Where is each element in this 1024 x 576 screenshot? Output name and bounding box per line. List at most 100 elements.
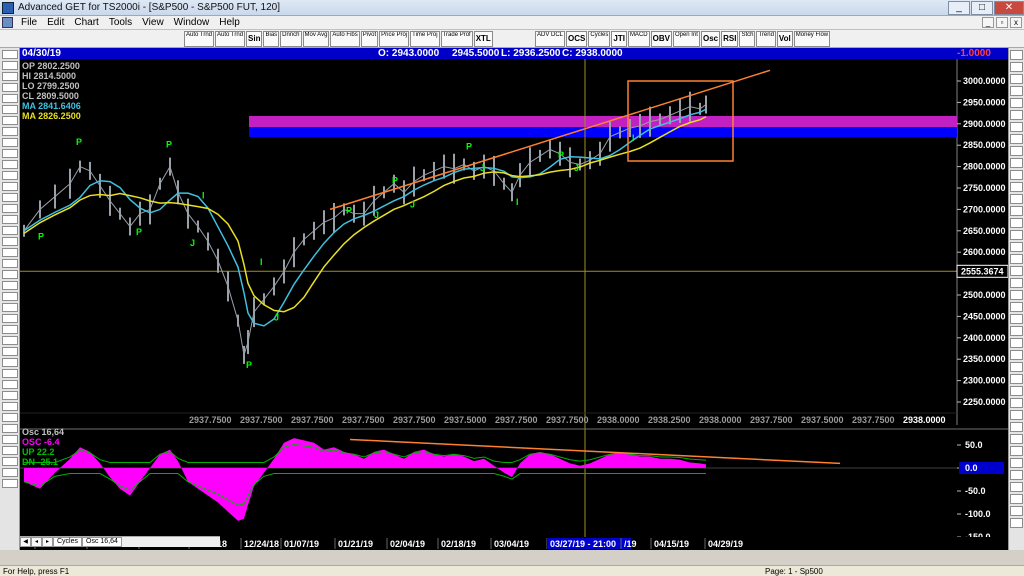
menu-view[interactable]: View [137,17,169,29]
drawing-tool-icon[interactable] [2,160,18,169]
side-tool-icon[interactable] [1010,302,1023,312]
drawing-tool-icon[interactable] [2,336,18,345]
side-tool-icon[interactable] [1010,50,1023,60]
drawing-tool-icon[interactable] [2,204,18,213]
toolbar-button-trade-prof[interactable]: Trade Prof [440,31,473,47]
toolbar-button-money-flow[interactable]: Money Flow [793,31,831,47]
drawing-tool-icon[interactable] [2,248,18,257]
side-tool-icon[interactable] [1010,278,1023,288]
drawing-tool-icon[interactable] [2,237,18,246]
drawing-tool-icon[interactable] [2,127,18,136]
side-tool-icon[interactable] [1010,86,1023,96]
drawing-tool-icon[interactable] [2,270,18,279]
side-tool-icon[interactable] [1010,494,1023,504]
menu-tools[interactable]: Tools [104,17,137,29]
toolbar-button-vol[interactable]: Vol [776,31,793,47]
tab-osc[interactable]: Osc 16,64 [82,537,122,547]
side-tool-icon[interactable] [1010,134,1023,144]
side-tool-icon[interactable] [1010,170,1023,180]
drawing-tool-icon[interactable] [2,116,18,125]
drawing-tool-icon[interactable] [2,105,18,114]
drawing-tool-icon[interactable] [2,457,18,466]
side-tool-icon[interactable] [1010,422,1023,432]
drawing-tool-icon[interactable] [2,369,18,378]
toolbar-button-xtl[interactable]: XTL [473,31,493,47]
drawing-tool-icon[interactable] [2,303,18,312]
toolbar-button-trend[interactable]: Trend [756,31,776,47]
drawing-tool-icon[interactable] [2,391,18,400]
side-tool-icon[interactable] [1010,314,1023,324]
drawing-tool-icon[interactable] [2,435,18,444]
toolbar-button-open-int[interactable]: Open Int [672,31,700,47]
drawing-tool-icon[interactable] [2,446,18,455]
drawing-tool-icon[interactable] [2,380,18,389]
doc-close-button[interactable]: x [1010,17,1022,28]
side-tool-icon[interactable] [1010,458,1023,468]
side-tool-icon[interactable] [1010,74,1023,84]
chart-area[interactable]: 04/30/19 O: 2943.0000 2945.5000 L: 2936.… [20,48,1008,550]
side-tool-icon[interactable] [1010,98,1023,108]
drawing-tool-icon[interactable] [2,314,18,323]
toolbar-button-ocs[interactable]: OCS [566,31,588,47]
doc-minimize-button[interactable]: _ [982,17,994,28]
side-tool-icon[interactable] [1010,242,1023,252]
menu-chart[interactable]: Chart [69,17,103,29]
close-button[interactable]: ✕ [994,1,1024,15]
toolbar-button-osc[interactable]: Osc [700,31,721,47]
drawing-tool-icon[interactable] [2,358,18,367]
tab-next-button[interactable]: ▸ [42,537,53,547]
side-tool-icon[interactable] [1010,482,1023,492]
menu-edit[interactable]: Edit [42,17,69,29]
side-tool-icon[interactable] [1010,158,1023,168]
tab-first-button[interactable]: ◀ [20,537,31,547]
side-tool-icon[interactable] [1010,434,1023,444]
drawing-tool-icon[interactable] [2,468,18,477]
side-tool-icon[interactable] [1010,398,1023,408]
drawing-tool-icon[interactable] [2,193,18,202]
side-tool-icon[interactable] [1010,338,1023,348]
side-tool-icon[interactable] [1010,362,1023,372]
drawing-tool-icon[interactable] [2,259,18,268]
drawing-tool-icon[interactable] [2,402,18,411]
toolbar-button-auto-trnd[interactable]: Auto Trnd [184,31,215,47]
toolbar-button-jti[interactable]: JTI [611,31,627,47]
toolbar-button-cycles[interactable]: Cycles [588,31,611,47]
maximize-button[interactable]: □ [971,1,993,15]
minimize-button[interactable]: _ [948,1,970,15]
side-tool-icon[interactable] [1010,206,1023,216]
side-tool-icon[interactable] [1010,218,1023,228]
side-tool-icon[interactable] [1010,290,1023,300]
side-tool-icon[interactable] [1010,254,1023,264]
menu-help[interactable]: Help [214,17,245,29]
toolbar-button-rsi[interactable]: RSI [721,31,739,47]
toolbar-button-mov-avg[interactable]: Mov Avg [302,31,330,47]
side-tool-icon[interactable] [1010,230,1023,240]
toolbar-button-auto-trnd[interactable]: Auto Trnd [215,31,246,47]
toolbar-button-auto-fibs[interactable]: Auto Fibs [330,31,360,47]
toolbar-button-obv[interactable]: OBV [650,31,672,47]
side-tool-icon[interactable] [1010,122,1023,132]
drawing-tool-icon[interactable] [2,325,18,334]
toolbar-button-adv-dcl[interactable]: ADV DCL [535,31,566,47]
side-tool-icon[interactable] [1010,110,1023,120]
drawing-tool-icon[interactable] [2,215,18,224]
toolbar-button-price-proj[interactable]: Price Proj [379,31,410,47]
drawing-tool-icon[interactable] [2,50,18,59]
drawing-tool-icon[interactable] [2,72,18,81]
side-tool-icon[interactable] [1010,326,1023,336]
side-tool-icon[interactable] [1010,182,1023,192]
drawing-tool-icon[interactable] [2,281,18,290]
drawing-tool-icon[interactable] [2,149,18,158]
drawing-tool-icon[interactable] [2,138,18,147]
toolbar-button-dnnch[interactable]: Dnnch [280,31,302,47]
drawing-tool-icon[interactable] [2,94,18,103]
tab-cycles[interactable]: Cycles [53,537,83,547]
side-tool-icon[interactable] [1010,62,1023,72]
side-tool-icon[interactable] [1010,470,1023,480]
side-tool-icon[interactable] [1010,350,1023,360]
menu-file[interactable]: File [16,17,42,29]
drawing-tool-icon[interactable] [2,347,18,356]
side-tool-icon[interactable] [1010,146,1023,156]
menu-window[interactable]: Window [169,17,215,29]
side-tool-icon[interactable] [1010,386,1023,396]
